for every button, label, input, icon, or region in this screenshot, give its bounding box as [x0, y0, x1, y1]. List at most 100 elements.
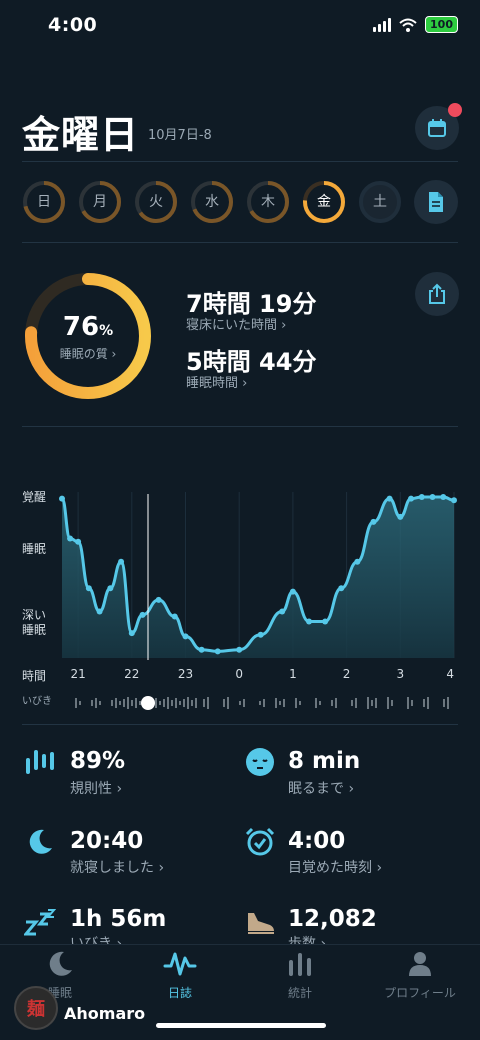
zzz-icon	[24, 906, 56, 938]
day-ring-thu[interactable]: 木	[246, 180, 290, 224]
regularity-label[interactable]: 規則性 ›	[70, 778, 122, 798]
data-point	[322, 618, 329, 625]
data-point	[354, 558, 361, 565]
day-ring-sun[interactable]: 日	[22, 180, 66, 224]
home-indicator	[156, 1023, 326, 1028]
share-icon	[429, 283, 445, 304]
x-tick-label: 1	[289, 667, 297, 681]
data-point	[386, 495, 393, 502]
battery-icon: 100	[425, 16, 458, 33]
share-button[interactable]	[415, 272, 459, 316]
data-point	[257, 631, 264, 638]
data-point	[214, 648, 221, 655]
snore-value: 1h 56m	[70, 906, 167, 932]
data-point	[338, 585, 345, 592]
day-label: 木	[261, 194, 275, 210]
data-point	[289, 588, 296, 595]
data-point	[139, 611, 146, 618]
data-point	[67, 535, 74, 542]
data-point	[440, 493, 447, 500]
regularity-value: 89%	[70, 748, 126, 774]
time-in-bed-label[interactable]: 寝床にいた時間 ›	[186, 314, 286, 333]
data-point	[408, 495, 415, 502]
day-label: 火	[149, 194, 163, 210]
bars-icon	[289, 953, 311, 976]
status-icons: 100	[373, 16, 458, 33]
day-label: 月	[93, 194, 107, 210]
data-point	[118, 558, 125, 565]
data-point	[59, 495, 65, 502]
data-point	[418, 493, 425, 500]
snore-duration-label[interactable]: いびき ›	[70, 933, 122, 944]
wakeup-label[interactable]: 目覚めた時刻 ›	[288, 857, 382, 877]
day-ring-mon[interactable]: 月	[78, 180, 122, 224]
divider	[22, 426, 458, 427]
x-tick-label: 3	[396, 667, 404, 681]
data-point	[96, 608, 103, 615]
tab-label: プロフィール	[384, 986, 456, 1000]
calendar-icon	[428, 119, 446, 137]
data-point	[198, 646, 205, 653]
day-ring-wed[interactable]: 水	[190, 180, 234, 224]
bedtime-label[interactable]: 就寝しました ›	[70, 857, 164, 877]
day-label: 土	[373, 194, 387, 210]
sleep-quality-value: 76%	[62, 312, 114, 342]
x-tick-label: 21	[70, 667, 85, 681]
sleep-time-label[interactable]: 睡眠時間 ›	[186, 372, 247, 391]
data-point	[306, 618, 313, 625]
divider	[22, 242, 458, 243]
x-tick-label: 22	[124, 667, 139, 681]
tab-label: 日誌	[167, 986, 192, 1000]
divider	[22, 161, 458, 162]
data-point	[75, 538, 82, 545]
person-icon	[409, 952, 431, 976]
hypnogram-chart[interactable]: 21 22 23 0 1 2 3 4	[0, 478, 480, 718]
day-label: 水	[205, 194, 219, 210]
scrubber-handle[interactable]	[141, 696, 155, 710]
data-point	[128, 630, 135, 637]
tab-stats[interactable]: 統計	[240, 950, 360, 1001]
shoe-icon	[244, 906, 276, 938]
day-ring-sat[interactable]: 土	[358, 180, 402, 224]
sleepy-face-icon	[244, 746, 276, 778]
calendar-button[interactable]	[415, 103, 462, 150]
alarm-clock-icon	[244, 826, 276, 858]
x-tick-label: 4	[446, 667, 454, 681]
wifi-icon	[399, 18, 417, 32]
data-point	[451, 497, 457, 504]
date-range: 10月7日-8	[148, 128, 212, 143]
x-tick-label: 2	[343, 667, 351, 681]
data-point	[429, 493, 436, 500]
data-point	[397, 513, 404, 520]
bedtime-value: 20:40	[70, 828, 144, 854]
data-point	[171, 613, 178, 620]
moon-icon	[49, 951, 72, 976]
tab-profile[interactable]: プロフィール	[360, 950, 480, 1001]
tab-journal[interactable]: 日誌	[120, 950, 240, 1001]
signal-icon	[373, 17, 392, 32]
avatar: 麺	[14, 986, 58, 1030]
day-label: 日	[37, 194, 51, 210]
moon-icon	[24, 826, 56, 858]
document-icon	[429, 192, 443, 212]
data-point	[370, 518, 377, 525]
data-point	[236, 646, 243, 653]
divider	[22, 724, 458, 725]
day-ring-tue[interactable]: 火	[134, 180, 178, 224]
data-point	[155, 596, 162, 603]
status-time: 4:00	[48, 14, 98, 36]
x-tick-label: 0	[235, 667, 243, 681]
day-ring-fri[interactable]: 金	[302, 180, 346, 224]
x-tick-label: 23	[178, 667, 193, 681]
fall-asleep-label[interactable]: 眠るまで ›	[288, 778, 354, 798]
steps-label[interactable]: 歩数 ›	[288, 933, 326, 944]
data-point	[107, 585, 114, 592]
week-selector: 日 月 火 水 木 金 土	[22, 180, 458, 224]
sleep-quality-label[interactable]: 睡眠の質 ›	[22, 345, 154, 362]
wakeup-value: 4:00	[288, 828, 346, 854]
steps-value: 12,082	[288, 906, 377, 932]
day-label: 金	[317, 194, 331, 210]
data-point	[279, 608, 286, 615]
user-name: Ahomaro	[64, 1004, 146, 1023]
report-button[interactable]	[414, 180, 458, 224]
